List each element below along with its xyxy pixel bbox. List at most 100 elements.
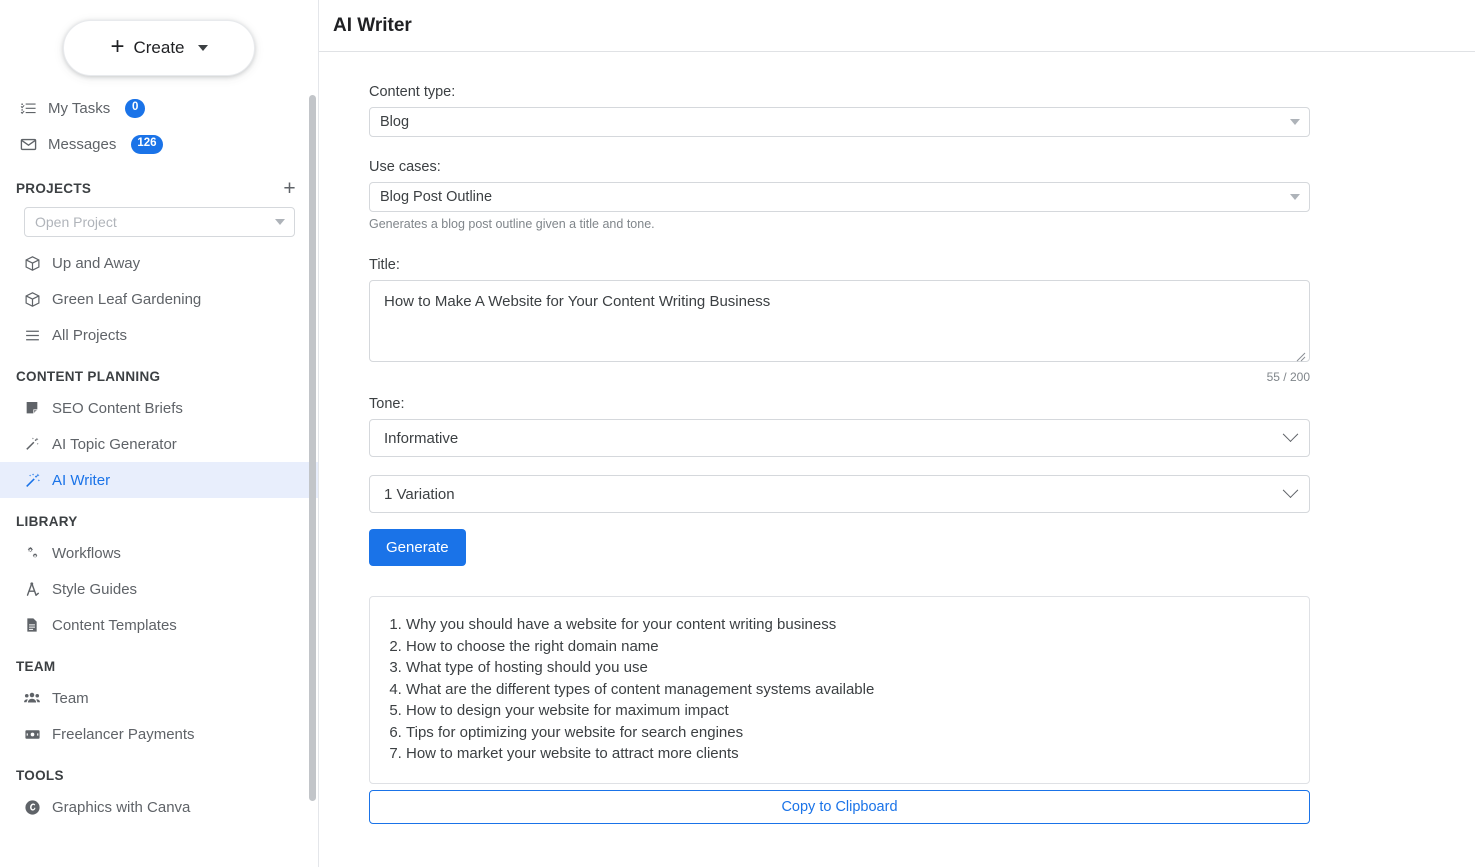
- hamburger-icon: [22, 325, 42, 345]
- chevron-down-icon: [1283, 426, 1299, 442]
- sidebar-section-team-header: TEAM: [0, 643, 318, 680]
- sidebar-section-library-header: LIBRARY: [0, 498, 318, 535]
- sidebar-section-tools-header: TOOLS: [0, 752, 318, 789]
- sticky-note-icon: [22, 398, 42, 418]
- sidebar-item-green-leaf-gardening[interactable]: Green Leaf Gardening: [0, 281, 318, 317]
- sidebar-item-seo-content-briefs[interactable]: SEO Content Briefs: [0, 390, 318, 426]
- sidebar-item-style-guides[interactable]: Style Guides: [0, 571, 318, 607]
- sidebar-item-label: SEO Content Briefs: [52, 400, 183, 417]
- sidebar-item-all-projects[interactable]: All Projects: [0, 317, 318, 353]
- magic-wand-sparkle-icon: [22, 470, 42, 490]
- sidebar-item-label: AI Writer: [52, 472, 110, 489]
- sidebar-scroll-area: + Create My Tasks 0: [0, 0, 318, 867]
- section-title: PROJECTS: [16, 181, 91, 196]
- page-title: AI Writer: [333, 15, 412, 37]
- sidebar-item-content-templates[interactable]: Content Templates: [0, 607, 318, 643]
- open-project-select-container: Open Project: [0, 205, 318, 245]
- create-button[interactable]: + Create: [63, 20, 255, 76]
- tone-value: Informative: [384, 430, 458, 447]
- chevron-down-icon: [1290, 194, 1300, 200]
- create-button-container: + Create: [0, 0, 318, 90]
- sidebar-item-team[interactable]: Team: [0, 680, 318, 716]
- sidebar-item-graphics-with-canva[interactable]: Graphics with Canva: [0, 789, 318, 825]
- section-title: LIBRARY: [16, 514, 78, 529]
- sidebar-item-label: All Projects: [52, 327, 127, 344]
- variations-value: 1 Variation: [384, 486, 455, 503]
- users-icon: [22, 688, 42, 708]
- messages-badge: 126: [131, 135, 162, 154]
- generated-output-panel: Why you should have a website for your c…: [369, 596, 1310, 784]
- my-tasks-badge: 0: [125, 99, 145, 118]
- list-item: What type of hosting should you use: [406, 657, 1291, 679]
- generate-button[interactable]: Generate: [369, 529, 466, 566]
- list-item: What are the different types of content …: [406, 679, 1291, 701]
- sidebar-item-label: Up and Away: [52, 255, 140, 272]
- content-type-select[interactable]: Blog: [369, 107, 1310, 137]
- use-cases-select[interactable]: Blog Post Outline: [369, 182, 1310, 212]
- create-button-label: Create: [133, 38, 184, 58]
- sidebar-item-workflows[interactable]: Workflows: [0, 535, 318, 571]
- sidebar-item-ai-topic-generator[interactable]: AI Topic Generator: [0, 426, 318, 462]
- sidebar: + Create My Tasks 0: [0, 0, 319, 867]
- cogs-icon: [22, 543, 42, 563]
- sidebar-item-label: Content Templates: [52, 617, 177, 634]
- sidebar-scrollbar[interactable]: [309, 0, 317, 867]
- sidebar-item-label: My Tasks: [48, 100, 110, 117]
- content-type-label: Content type:: [369, 84, 1475, 100]
- tasks-list-icon: [18, 98, 38, 118]
- title-textarea-wrap: [369, 280, 1310, 367]
- chevron-down-icon: [1290, 119, 1300, 125]
- sidebar-section-content-planning-header: CONTENT PLANNING: [0, 353, 318, 390]
- cube-icon: [22, 253, 42, 273]
- title-label: Title:: [369, 257, 1475, 273]
- list-item: How to choose the right domain name: [406, 636, 1291, 658]
- caret-down-icon: [198, 45, 208, 51]
- open-project-placeholder: Open Project: [35, 214, 117, 230]
- variations-select[interactable]: 1 Variation: [369, 475, 1310, 513]
- add-project-button[interactable]: +: [283, 178, 296, 199]
- list-item: How to design your website for maximum i…: [406, 700, 1291, 722]
- generated-outline-list: Why you should have a website for your c…: [384, 614, 1291, 765]
- open-project-select[interactable]: Open Project: [24, 207, 295, 237]
- list-item: How to market your website to attract mo…: [406, 743, 1291, 765]
- section-title: TOOLS: [16, 768, 64, 783]
- list-item: Why you should have a website for your c…: [406, 614, 1291, 636]
- main-content: AI Writer Content type: Blog Use cases: …: [319, 0, 1475, 867]
- envelope-icon: [18, 134, 38, 154]
- use-cases-hint: Generates a blog post outline given a ti…: [369, 217, 1475, 231]
- sidebar-scrollbar-thumb[interactable]: [309, 95, 316, 801]
- chevron-down-icon: [275, 219, 285, 225]
- cube-icon: [22, 289, 42, 309]
- quick-links: My Tasks 0 Messages 126: [0, 90, 318, 162]
- money-bill-icon: [22, 724, 42, 744]
- use-cases-label: Use cases:: [369, 159, 1475, 175]
- ai-writer-form: Content type: Blog Use cases: Blog Post …: [319, 52, 1475, 867]
- sidebar-item-label: Graphics with Canva: [52, 799, 190, 816]
- sidebar-item-up-and-away[interactable]: Up and Away: [0, 245, 318, 281]
- sidebar-item-label: Green Leaf Gardening: [52, 291, 201, 308]
- sidebar-item-label: Style Guides: [52, 581, 137, 598]
- sidebar-item-label: Team: [52, 690, 89, 707]
- sidebar-item-messages[interactable]: Messages 126: [0, 126, 318, 162]
- variations-select-wrap: 1 Variation: [369, 475, 1475, 513]
- app-root: + Create My Tasks 0: [0, 0, 1475, 867]
- tone-select[interactable]: Informative: [369, 419, 1310, 457]
- chevron-down-icon: [1283, 482, 1299, 498]
- sidebar-item-label: Freelancer Payments: [52, 726, 195, 743]
- title-character-counter: 55 / 200: [369, 370, 1310, 384]
- title-input[interactable]: [369, 280, 1310, 362]
- compass-drafting-icon: [22, 579, 42, 599]
- list-item: Tips for optimizing your website for sea…: [406, 722, 1291, 744]
- tone-label: Tone:: [369, 396, 1475, 412]
- content-type-value: Blog: [380, 114, 409, 130]
- sidebar-item-my-tasks[interactable]: My Tasks 0: [0, 90, 318, 126]
- sidebar-item-ai-writer[interactable]: AI Writer: [0, 462, 318, 498]
- plus-icon: +: [110, 35, 124, 59]
- sidebar-item-label: Workflows: [52, 545, 121, 562]
- sidebar-item-freelancer-payments[interactable]: Freelancer Payments: [0, 716, 318, 752]
- canva-icon: [22, 797, 42, 817]
- sidebar-section-projects-header: PROJECTS +: [0, 162, 318, 205]
- copy-to-clipboard-button[interactable]: Copy to Clipboard: [369, 790, 1310, 824]
- sidebar-item-label: AI Topic Generator: [52, 436, 177, 453]
- section-title: CONTENT PLANNING: [16, 369, 160, 384]
